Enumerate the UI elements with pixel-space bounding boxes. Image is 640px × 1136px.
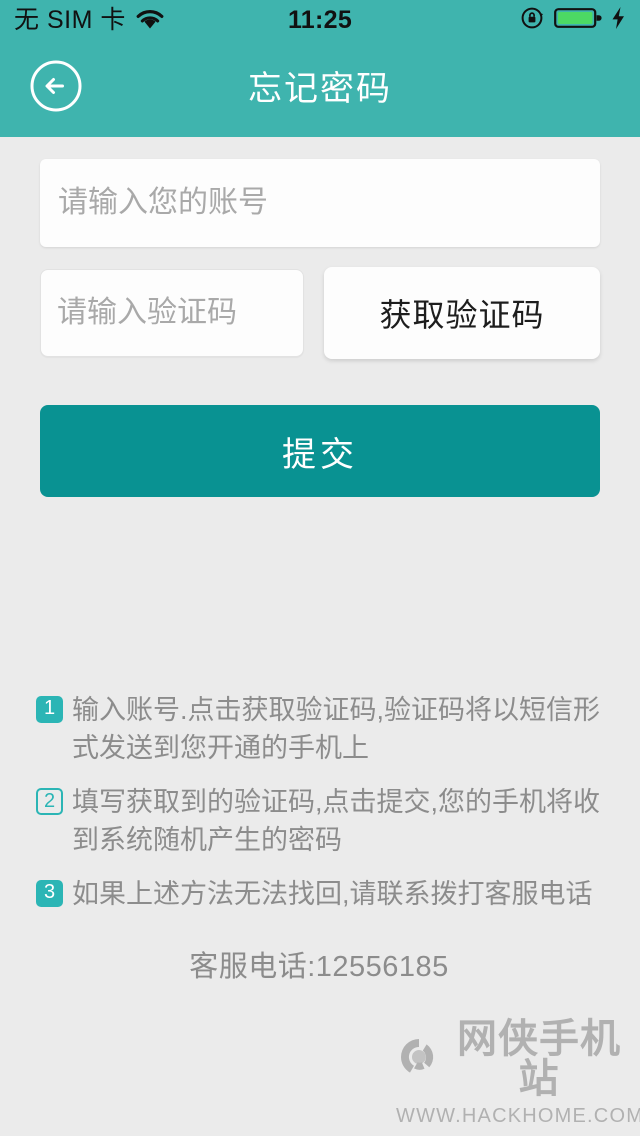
step-text: 输入账号.点击获取验证码,验证码将以短信形式发送到您开通的手机上 bbox=[72, 695, 601, 763]
step-badge: 3 bbox=[36, 880, 63, 907]
watermark-name: 网侠手机站 bbox=[457, 1017, 621, 1101]
carrier-label: 无 SIM 卡 bbox=[14, 5, 126, 34]
instructions-list: 1 输入账号.点击获取验证码,验证码将以短信形式发送到您开通的手机上 2 填写获… bbox=[0, 691, 640, 985]
watermark-url: WWW.HACKHOME.COM bbox=[396, 1105, 640, 1127]
get-code-button[interactable]: 获取验证码 bbox=[324, 267, 600, 359]
step-text: 如果上述方法无法找回,请联系拨打客服电话 bbox=[72, 879, 593, 909]
account-input[interactable] bbox=[58, 186, 582, 220]
forgot-password-form: 获取验证码 提交 bbox=[0, 159, 640, 497]
code-row: 获取验证码 bbox=[40, 267, 600, 359]
battery-full-icon bbox=[554, 6, 602, 35]
step-badge: 1 bbox=[36, 696, 63, 723]
account-field[interactable] bbox=[40, 159, 600, 247]
watermark: 网侠手机站 WWW.HACKHOME.COM bbox=[396, 1019, 640, 1128]
list-item: 1 输入账号.点击获取验证码,验证码将以短信形式发送到您开通的手机上 bbox=[36, 691, 602, 767]
status-bar-right bbox=[520, 5, 626, 36]
verification-code-field[interactable] bbox=[40, 269, 304, 357]
submit-button[interactable]: 提交 bbox=[40, 405, 600, 497]
nav-header: 忘记密码 bbox=[0, 40, 640, 137]
clock-label: 11:25 bbox=[287, 5, 353, 34]
list-item: 2 填写获取到的验证码,点击提交,您的手机将收到系统随机产生的密码 bbox=[36, 783, 602, 859]
verification-code-input[interactable] bbox=[57, 296, 287, 330]
status-bar-left: 无 SIM 卡 bbox=[14, 6, 165, 35]
watermark-top: 网侠手机站 bbox=[396, 1019, 628, 1099]
step-text: 填写获取到的验证码,点击提交,您的手机将收到系统随机产生的密码 bbox=[72, 787, 601, 855]
rotation-lock-icon bbox=[520, 5, 546, 36]
hackhome-logo-icon bbox=[396, 1034, 442, 1085]
list-item: 3 如果上述方法无法找回,请联系拨打客服电话 bbox=[36, 875, 602, 913]
app-screen: 无 SIM 卡 11:25 忘记密码 请输入您的账号 请输入验证码 获取验证码 … bbox=[0, 0, 640, 1136]
step-badge: 2 bbox=[36, 788, 63, 815]
wifi-icon bbox=[135, 8, 165, 35]
page-title: 忘记密码 bbox=[248, 69, 392, 108]
charging-bolt-icon bbox=[610, 6, 626, 35]
service-hotline: 客服电话:12556185 bbox=[189, 951, 449, 983]
status-bar: 无 SIM 卡 11:25 bbox=[0, 0, 640, 40]
